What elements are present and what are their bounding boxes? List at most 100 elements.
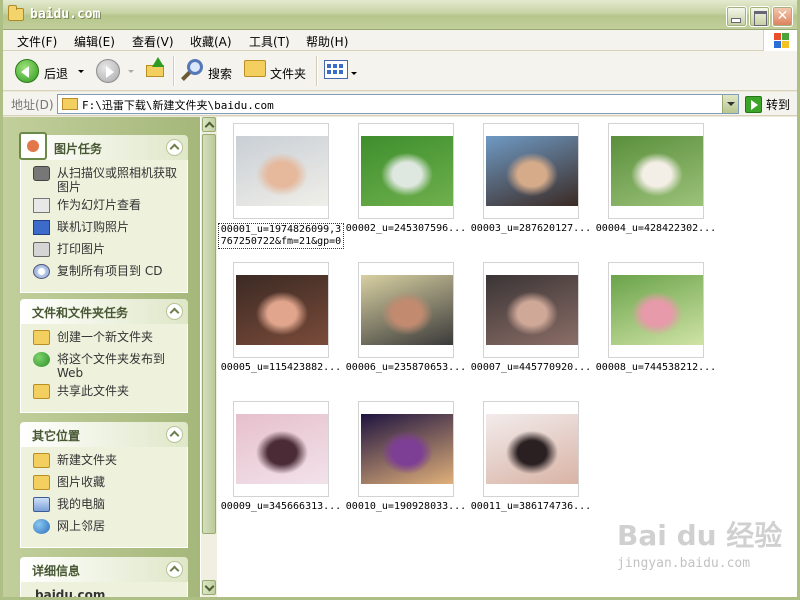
file-name: 00011_u=386174736... [470, 501, 592, 512]
title-bar[interactable]: baidu.com ✕ [3, 0, 797, 30]
menu-favorites[interactable]: 收藏(A) [190, 33, 232, 50]
forward-button[interactable] [91, 57, 135, 85]
address-dropdown-button[interactable] [722, 95, 738, 113]
scroll-down-button[interactable] [202, 580, 216, 595]
collapse-chevron-icon[interactable] [166, 139, 183, 156]
image-preview [361, 414, 453, 484]
task-share-folder[interactable]: 共享此文件夹 [21, 384, 187, 402]
place-my-pictures[interactable]: 图片收藏 [21, 475, 187, 493]
go-arrow-icon[interactable] [745, 96, 762, 113]
place-my-computer[interactable]: 我的电脑 [21, 497, 187, 515]
file-view: 00001_u=1974826099,3767250722&fm=21&gp=0… [217, 117, 797, 597]
views-icon[interactable] [324, 60, 348, 79]
place-network[interactable]: 网上邻居 [21, 519, 187, 537]
image-preview [236, 136, 328, 206]
file-name: 00002_u=245307596... [345, 223, 467, 234]
task-new-folder[interactable]: 创建一个新文件夹 [21, 330, 187, 348]
menu-file[interactable]: 文件(F) [17, 33, 57, 50]
file-name: 00003_u=287620127... [470, 223, 592, 234]
file-name: 00007_u=445770920... [470, 362, 592, 373]
file-name: 00001_u=1974826099,3767250722&fm=21&gp=0 [218, 223, 344, 249]
menu-view[interactable]: 查看(V) [132, 33, 174, 50]
image-thumbnail[interactable] [358, 262, 454, 358]
search-icon[interactable] [181, 58, 205, 82]
image-preview [361, 275, 453, 345]
maximize-button[interactable] [749, 6, 770, 27]
file-name: 00008_u=744538212... [595, 362, 717, 373]
window-title: baidu.com [30, 7, 101, 22]
picture-tasks-icon [19, 132, 47, 160]
image-preview [236, 275, 328, 345]
close-icon: ✕ [776, 8, 789, 24]
menu-edit[interactable]: 编辑(E) [74, 33, 115, 50]
search-button-label[interactable]: 搜索 [208, 65, 232, 82]
back-label: 后退 [44, 67, 69, 81]
task-slideshow[interactable]: 作为幻灯片查看 [21, 198, 187, 216]
folders-icon[interactable] [244, 60, 266, 77]
forward-arrow-icon [96, 59, 120, 83]
place-new-folder[interactable]: 新建文件夹 [21, 453, 187, 471]
printer-icon [33, 242, 50, 257]
menu-tools[interactable]: 工具(T) [249, 33, 290, 50]
collapse-chevron-icon[interactable] [166, 303, 183, 320]
picture-tasks-panel: 图片任务 从扫描仪或照相机获取图片 作为幻灯片查看 联机订购照片 打印图片 复制… [19, 132, 188, 293]
task-order-prints[interactable]: 联机订购照片 [21, 220, 187, 238]
image-thumbnail[interactable] [233, 401, 329, 497]
address-input[interactable]: F:\迅雷下载\新建文件夹\baidu.com [57, 94, 739, 114]
close-button[interactable]: ✕ [772, 6, 793, 27]
task-pane-scrollbar[interactable] [200, 117, 217, 597]
back-button[interactable]: 后退 [11, 57, 91, 85]
task-copy-cd[interactable]: 复制所有项目到 CD [21, 264, 187, 282]
panel-title: 详细信息 [32, 564, 81, 578]
image-thumbnail[interactable] [358, 401, 454, 497]
image-preview [611, 136, 703, 206]
task-print[interactable]: 打印图片 [21, 242, 187, 260]
task-pane: 图片任务 从扫描仪或照相机获取图片 作为幻灯片查看 联机订购照片 打印图片 复制… [3, 117, 200, 597]
cd-icon [33, 264, 50, 279]
task-publish-web[interactable]: 将这个文件夹发布到 Web [21, 352, 187, 380]
image-preview [361, 136, 453, 206]
file-name: 00005_u=115423882... [220, 362, 342, 373]
image-thumbnail[interactable] [233, 262, 329, 358]
address-path[interactable]: F:\迅雷下载\新建文件夹\baidu.com [82, 97, 274, 113]
panel-title: 图片任务 [54, 142, 103, 156]
folders-button-label[interactable]: 文件夹 [270, 65, 306, 82]
image-preview [236, 414, 328, 484]
image-thumbnail[interactable] [608, 262, 704, 358]
collapse-chevron-icon[interactable] [166, 426, 183, 443]
toolbar: 后退 搜索 文件夹 [3, 51, 797, 91]
file-tasks-panel: 文件和文件夹任务 创建一个新文件夹 将这个文件夹发布到 Web 共享此文件夹 [20, 299, 188, 413]
folder-icon [33, 453, 50, 468]
image-thumbnail[interactable] [483, 262, 579, 358]
image-thumbnail[interactable] [358, 123, 454, 219]
menu-help[interactable]: 帮助(H) [306, 33, 348, 50]
chevron-down-icon[interactable] [351, 72, 357, 75]
image-thumbnail[interactable] [483, 123, 579, 219]
collapse-chevron-icon[interactable] [166, 561, 183, 578]
details-header[interactable]: 详细信息 [20, 557, 188, 582]
panel-title: 其它位置 [32, 429, 81, 443]
task-get-pictures[interactable]: 从扫描仪或照相机获取图片 [21, 166, 187, 194]
address-bar: 地址(D) F:\迅雷下载\新建文件夹\baidu.com 转到 [3, 92, 797, 116]
file-name: 00009_u=345666313... [220, 501, 342, 512]
new-folder-icon [33, 330, 50, 345]
file-tasks-header[interactable]: 文件和文件夹任务 [20, 299, 188, 324]
go-button-label[interactable]: 转到 [766, 96, 790, 113]
image-thumbnail[interactable] [483, 401, 579, 497]
chevron-down-icon [78, 70, 84, 73]
publish-web-icon [33, 352, 50, 367]
other-places-header[interactable]: 其它位置 [20, 422, 188, 447]
file-name: 00006_u=235870653... [345, 362, 467, 373]
minimize-button[interactable] [726, 6, 747, 27]
share-folder-icon [33, 384, 50, 399]
toolbar-divider [316, 56, 317, 86]
image-thumbnail[interactable] [608, 123, 704, 219]
back-arrow-icon [15, 59, 39, 83]
chevron-down-icon [128, 70, 134, 73]
scroll-thumb[interactable] [202, 134, 216, 534]
computer-icon [33, 497, 50, 512]
details-name: baidu.com [35, 588, 106, 597]
image-thumbnail[interactable] [233, 123, 329, 219]
scroll-up-button[interactable] [202, 117, 216, 132]
up-folder-icon[interactable] [146, 57, 166, 77]
